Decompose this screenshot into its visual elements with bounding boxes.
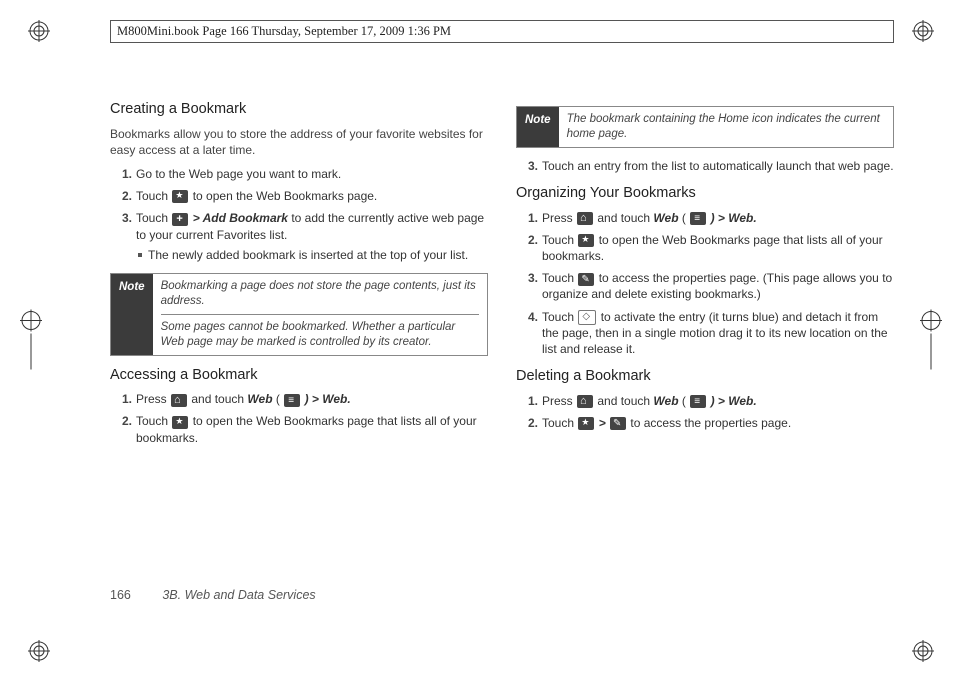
step: 2. Touch to open the Web Bookmarks page. bbox=[122, 188, 488, 204]
step-text: Touch bbox=[136, 189, 171, 203]
heading-organizing: Organizing Your Bookmarks bbox=[516, 184, 894, 204]
step-text: to access the properties page. bbox=[630, 416, 791, 430]
step-text: Touch an entry from the list to automati… bbox=[542, 159, 894, 173]
web-icon bbox=[690, 395, 706, 408]
crop-mark-bl bbox=[28, 640, 50, 662]
step-text: Press bbox=[542, 211, 576, 225]
gt-arrow: > bbox=[599, 416, 609, 430]
gt-arrow: ) > bbox=[711, 394, 729, 408]
step: 2. Touch > to access the properties page… bbox=[528, 415, 894, 431]
step: 1. Press and touch Web ( ) > Web. bbox=[528, 393, 894, 409]
step-text: Touch bbox=[542, 310, 577, 324]
step-text: Press bbox=[136, 392, 170, 406]
accessing-steps: 1. Press and touch Web ( ) > Web. 2. Tou… bbox=[110, 391, 488, 446]
add-bookmark-label: Add Bookmark bbox=[203, 211, 288, 225]
step-text: Touch bbox=[542, 416, 577, 430]
step: 2. Touch to open the Web Bookmarks page … bbox=[528, 232, 894, 264]
home-icon bbox=[171, 394, 187, 407]
step-text: Touch bbox=[542, 233, 577, 247]
step-text: and touch bbox=[597, 394, 653, 408]
web-icon bbox=[690, 212, 706, 225]
bookmark-icon bbox=[172, 416, 188, 429]
web-icon bbox=[284, 394, 300, 407]
note-text: Bookmarking a page does not store the pa… bbox=[161, 279, 479, 309]
web-label: Web bbox=[247, 392, 272, 406]
step-text: and touch bbox=[191, 392, 247, 406]
step-text: ( bbox=[682, 211, 689, 225]
web-label: Web. bbox=[728, 394, 756, 408]
step: 1. Press and touch Web ( ) > Web. bbox=[528, 210, 894, 226]
edit-icon bbox=[578, 273, 594, 286]
web-label: Web. bbox=[728, 211, 756, 225]
step-text: and touch bbox=[597, 211, 653, 225]
drag-icon bbox=[578, 310, 596, 325]
web-label: Web. bbox=[322, 392, 350, 406]
note-separator bbox=[161, 314, 479, 315]
organizing-steps: 1. Press and touch Web ( ) > Web. 2. Tou… bbox=[516, 210, 894, 358]
page-footer: 166 3B. Web and Data Services bbox=[110, 588, 316, 602]
bookmark-icon bbox=[578, 417, 594, 430]
heading-creating: Creating a Bookmark bbox=[110, 100, 488, 120]
heading-accessing: Accessing a Bookmark bbox=[110, 366, 488, 386]
step-text: Go to the Web page you want to mark. bbox=[136, 167, 341, 181]
step-text: Touch bbox=[136, 414, 171, 428]
section-label: 3B. Web and Data Services bbox=[162, 588, 315, 602]
print-header: M800Mini.book Page 166 Thursday, Septemb… bbox=[110, 20, 894, 43]
accessing-cont: 3.Touch an entry from the list to automa… bbox=[516, 158, 894, 174]
side-mark-left bbox=[20, 310, 42, 373]
bookmark-icon bbox=[578, 234, 594, 247]
gt-arrow: ) > bbox=[711, 211, 729, 225]
step: 1. Press and touch Web ( ) > Web. bbox=[122, 391, 488, 407]
home-icon bbox=[577, 212, 593, 225]
intro-para: Bookmarks allow you to store the address… bbox=[110, 126, 488, 158]
step: 1.Go to the Web page you want to mark. bbox=[122, 166, 488, 182]
note-body: Bookmarking a page does not store the pa… bbox=[153, 274, 487, 355]
step-text: ( bbox=[682, 394, 689, 408]
note-text: Some pages cannot be bookmarked. Whether… bbox=[161, 320, 479, 350]
step-text: to access the properties page. (This pag… bbox=[542, 271, 892, 301]
step: 4. Touch to activate the entry (it turns… bbox=[528, 309, 894, 358]
heading-deleting: Deleting a Bookmark bbox=[516, 367, 894, 387]
note-box-b: Note The bookmark containing the Home ic… bbox=[516, 106, 894, 148]
step-text: Touch bbox=[542, 271, 577, 285]
page-number: 166 bbox=[110, 588, 131, 602]
step: 3.Touch an entry from the list to automa… bbox=[528, 158, 894, 174]
deleting-steps: 1. Press and touch Web ( ) > Web. 2. Tou… bbox=[516, 393, 894, 431]
crop-mark-tr bbox=[912, 20, 934, 42]
right-column: Note The bookmark containing the Home ic… bbox=[516, 100, 894, 456]
left-column: Creating a Bookmark Bookmarks allow you … bbox=[110, 100, 488, 456]
note-box-a: Note Bookmarking a page does not store t… bbox=[110, 273, 488, 356]
home-icon bbox=[577, 395, 593, 408]
step-text: Touch bbox=[136, 211, 171, 225]
step-text: ( bbox=[276, 392, 283, 406]
step: 2. Touch to open the Web Bookmarks page … bbox=[122, 413, 488, 445]
side-mark-right bbox=[920, 310, 942, 373]
add-icon bbox=[172, 213, 188, 226]
gt-arrow: > bbox=[193, 211, 203, 225]
note-label: Note bbox=[111, 274, 153, 355]
web-label: Web bbox=[653, 394, 678, 408]
print-header-text: M800Mini.book Page 166 Thursday, Septemb… bbox=[117, 24, 451, 38]
creating-steps: 1.Go to the Web page you want to mark. 2… bbox=[110, 166, 488, 263]
step-text: to open the Web Bookmarks page. bbox=[193, 189, 378, 203]
substep: The newly added bookmark is inserted at … bbox=[136, 247, 488, 263]
web-label: Web bbox=[653, 211, 678, 225]
page-body: Creating a Bookmark Bookmarks allow you … bbox=[110, 100, 894, 612]
step: 3. Touch to access the properties page. … bbox=[528, 270, 894, 302]
crop-mark-tl bbox=[28, 20, 50, 42]
step-text: Press bbox=[542, 394, 576, 408]
crop-mark-br bbox=[912, 640, 934, 662]
bookmark-icon bbox=[172, 190, 188, 203]
gt-arrow: ) > bbox=[305, 392, 323, 406]
step: 3. Touch > Add Bookmark to add the curre… bbox=[122, 210, 488, 263]
edit-icon bbox=[610, 417, 626, 430]
step-text: to add the currently active web page to … bbox=[136, 211, 484, 241]
note-label: Note bbox=[517, 107, 559, 147]
note-body: The bookmark containing the Home icon in… bbox=[559, 107, 893, 147]
